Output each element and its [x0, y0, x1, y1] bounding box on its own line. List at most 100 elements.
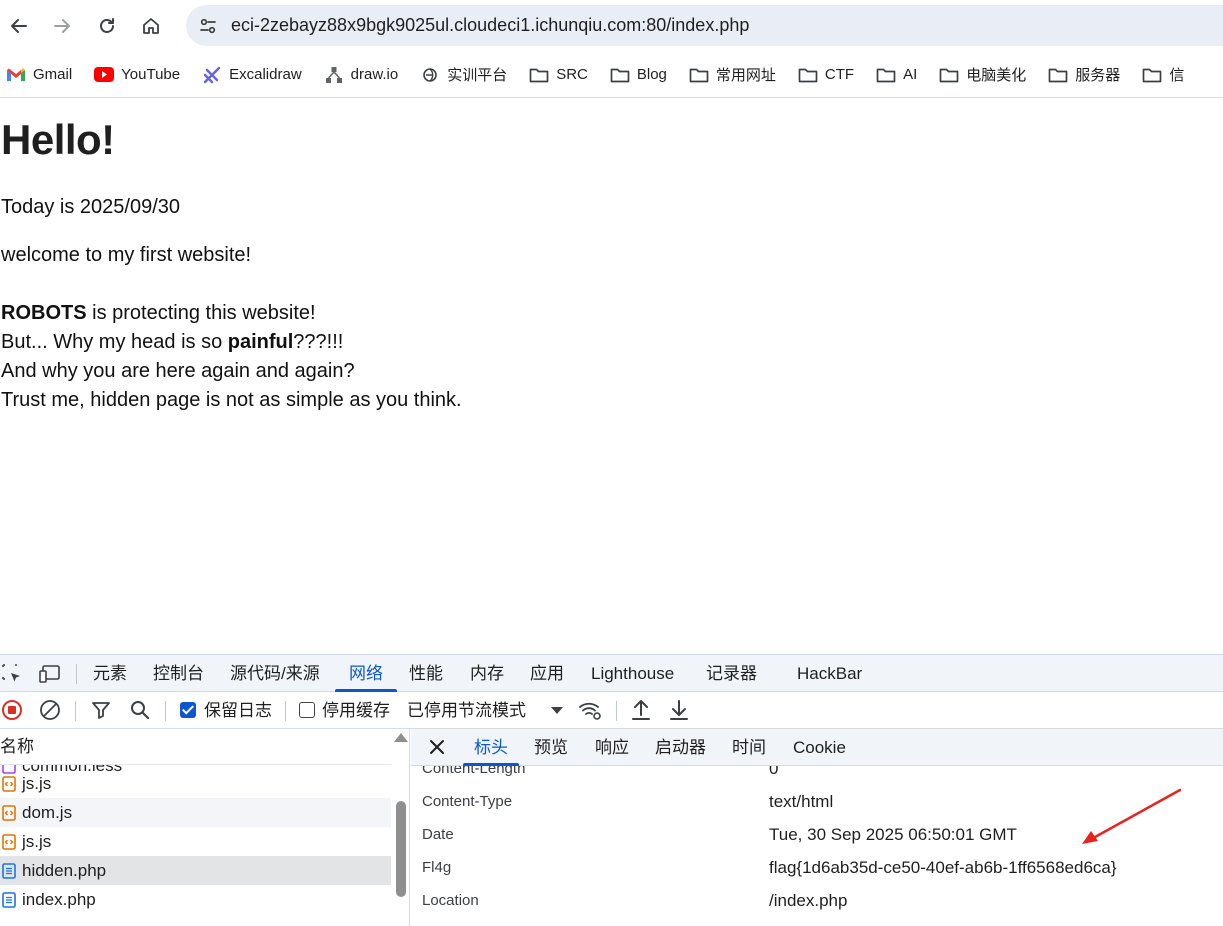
document-file-icon — [1, 891, 16, 908]
disable-cache-label: 停用缓存 — [322, 701, 390, 720]
scroll-up-arrow-icon[interactable] — [394, 733, 408, 742]
address-bar[interactable]: eci-2zebayz88x9bgk9025ul.cloudeci1.ichun… — [186, 5, 1223, 46]
header-value-flag[interactable]: flag{1d6ab35d-ce50-40ef-ab6b-1ff6568ed6c… — [769, 851, 1117, 884]
tab-response[interactable]: 响应 — [595, 729, 629, 766]
throttling-select[interactable]: 已停用节流模式 — [407, 692, 526, 729]
disable-cache-checkbox[interactable] — [299, 702, 315, 718]
header-row-flag: Fl4g flag{1d6ab35d-ce50-40ef-ab6b-1ff656… — [411, 851, 1223, 884]
search-icon — [131, 701, 150, 720]
request-row[interactable]: js.js — [0, 769, 391, 798]
request-name: hidden.php — [22, 860, 107, 880]
tab-performance[interactable]: 性能 — [409, 655, 443, 692]
tab-memory[interactable]: 内存 — [470, 655, 504, 692]
toolbar-divider — [165, 701, 166, 721]
column-header-name[interactable]: 名称 — [0, 729, 392, 765]
date-line: Today is 2025/09/30 — [1, 196, 181, 218]
tab-headers[interactable]: 标头 — [463, 729, 519, 766]
inspect-element-icon[interactable] — [0, 662, 24, 686]
bookmark-folder-ctf[interactable]: CTF — [798, 59, 864, 91]
preserve-log-checkbox[interactable] — [180, 702, 196, 718]
throttling-dropdown[interactable] — [545, 698, 569, 722]
annotation-arrow-icon — [1082, 788, 1182, 844]
tab-console[interactable]: 控制台 — [153, 655, 204, 692]
home-button[interactable] — [133, 8, 169, 44]
tab-network[interactable]: 网络 — [335, 655, 397, 692]
request-row[interactable]: dom.js — [0, 798, 391, 827]
header-value[interactable]: Tue, 30 Sep 2025 06:50:01 GMT — [769, 818, 1017, 851]
bookmark-youtube[interactable]: YouTube — [94, 59, 190, 91]
bookmark-label: Excalidraw — [229, 66, 302, 83]
bookmark-folder-blog[interactable]: Blog — [610, 59, 677, 91]
network-conditions-button[interactable] — [578, 698, 602, 722]
bookmark-folder-info[interactable]: 信 — [1142, 59, 1194, 91]
tab-application[interactable]: 应用 — [530, 655, 564, 692]
folder-icon — [1048, 65, 1068, 85]
document-file-icon — [1, 862, 16, 879]
header-value[interactable]: /index.php — [769, 884, 847, 917]
reload-button[interactable] — [89, 8, 125, 44]
forward-button[interactable] — [44, 8, 80, 44]
folder-icon — [529, 65, 549, 85]
bookmarks-bar: Gmail YouTube Excalidraw draw.io 实训平台 SR… — [0, 52, 1223, 98]
request-name: js.js — [22, 773, 52, 793]
back-button[interactable] — [1, 8, 37, 44]
site-info-button[interactable] — [196, 14, 220, 38]
url-text[interactable]: eci-2zebayz88x9bgk9025ul.cloudeci1.ichun… — [231, 5, 749, 46]
bookmark-label: 信 — [1169, 67, 1185, 84]
device-toolbar-icon[interactable] — [38, 662, 62, 686]
request-row-selected[interactable]: hidden.php — [0, 856, 391, 885]
reload-icon — [100, 18, 114, 33]
folder-icon — [798, 65, 818, 85]
search-button[interactable] — [128, 698, 152, 722]
bookmark-gmail[interactable]: Gmail — [6, 59, 82, 91]
bookmark-folder-common[interactable]: 常用网址 — [689, 59, 786, 91]
header-row: Set-Cookie f=__hidden__=1 — [411, 917, 1223, 926]
devtools-tabbar: 元素 控制台 源代码/来源 网络 性能 内存 应用 Lighthouse 记录器… — [0, 655, 1223, 692]
clear-button[interactable] — [38, 698, 62, 722]
bookmark-folder-beautify[interactable]: 电脑美化 — [939, 59, 1036, 91]
request-name: index.php — [22, 889, 96, 909]
stop-recording-button[interactable] — [0, 698, 24, 722]
header-value[interactable]: f=__hidden__=1 — [769, 917, 892, 926]
filter-icon — [92, 702, 110, 719]
bookmark-folder-src[interactable]: SRC — [529, 59, 598, 91]
tab-timing[interactable]: 时间 — [732, 729, 766, 766]
header-name: Set-Cookie — [422, 917, 496, 926]
header-value[interactable]: text/html — [769, 785, 833, 818]
export-har-button[interactable] — [667, 698, 691, 722]
scrollbar-thumb[interactable] — [396, 801, 406, 897]
tab-recorder[interactable]: 记录器 — [706, 655, 757, 692]
upload-icon — [632, 700, 650, 720]
tab-initiator[interactable]: 启动器 — [655, 729, 706, 766]
chevron-down-icon — [551, 707, 563, 714]
header-name: Location — [422, 892, 479, 909]
filter-button[interactable] — [89, 698, 113, 722]
tab-cookie[interactable]: Cookie — [793, 729, 846, 766]
close-detail-button[interactable] — [429, 729, 445, 766]
bookmark-drawio[interactable]: draw.io — [324, 59, 409, 91]
bookmark-folder-server[interactable]: 服务器 — [1048, 59, 1130, 91]
bookmark-excalidraw[interactable]: Excalidraw — [202, 59, 312, 91]
bookmark-label: 实训平台 — [447, 67, 508, 84]
folder-icon — [876, 65, 896, 85]
bookmark-label: 电脑美化 — [966, 67, 1027, 84]
tab-preview[interactable]: 预览 — [534, 729, 568, 766]
robots-line: ROBOTS is protecting this website! — [1, 302, 316, 325]
bookmark-folder-ai[interactable]: AI — [876, 59, 927, 91]
tab-lighthouse[interactable]: Lighthouse — [591, 655, 674, 692]
request-row[interactable]: js.js — [0, 827, 391, 856]
web-page: Hello! Today is 2025/09/30 welcome to my… — [0, 98, 1223, 654]
toolbar-divider — [616, 701, 617, 721]
clear-icon — [40, 700, 60, 720]
toolbar-divider — [285, 701, 286, 721]
import-har-button[interactable] — [629, 698, 653, 722]
tab-elements[interactable]: 元素 — [93, 655, 127, 692]
tab-sources[interactable]: 源代码/来源 — [230, 655, 320, 692]
tab-hackbar[interactable]: HackBar — [797, 655, 862, 692]
bookmark-shixun[interactable]: 实训平台 — [420, 59, 517, 91]
robots-rest: is protecting this website! — [86, 302, 316, 324]
header-name: Date — [422, 826, 454, 843]
network-toolbar: 保留日志 停用缓存 已停用节流模式 — [0, 692, 1223, 729]
header-row: Location /index.php — [411, 884, 1223, 917]
request-row[interactable]: index.php — [0, 885, 391, 914]
